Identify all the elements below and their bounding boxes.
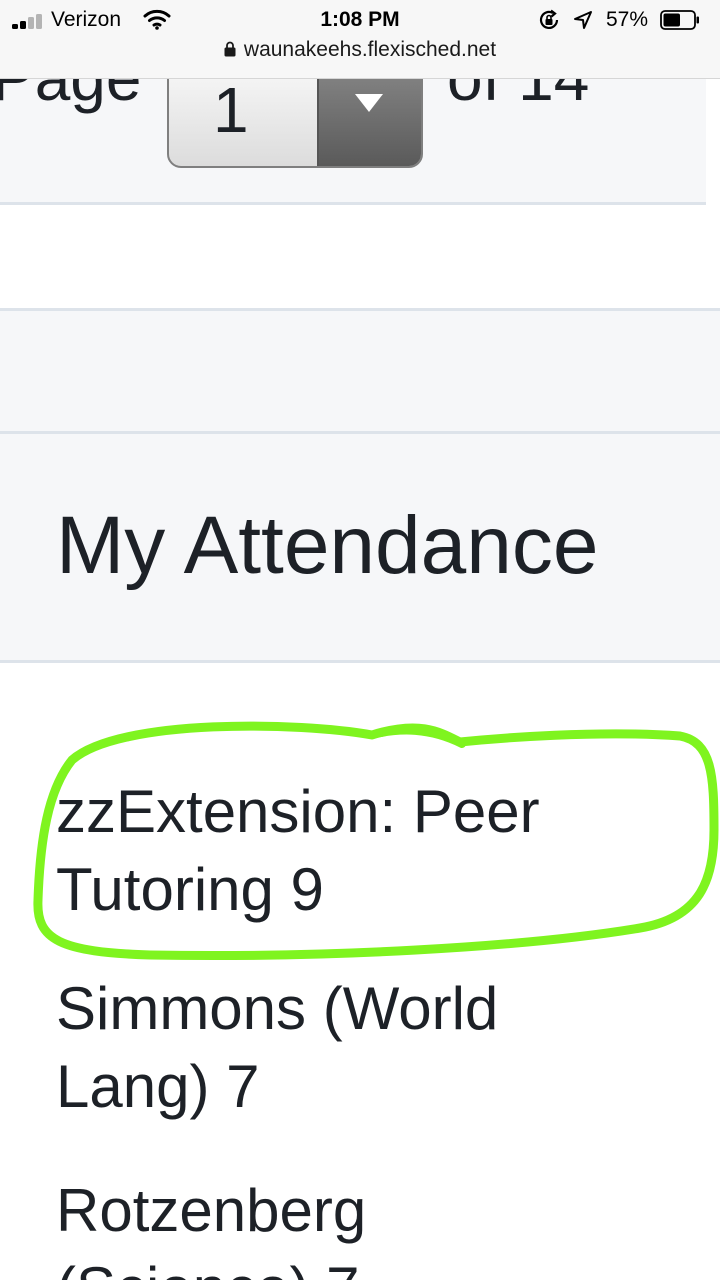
- attendance-item-line: Simmons (World: [56, 975, 499, 1042]
- attendance-item[interactable]: Rotzenberg (Science) 7: [56, 1172, 696, 1280]
- padlock-icon: [224, 41, 236, 57]
- url-text: waunakeehs.flexisched.net: [243, 38, 497, 61]
- page-select-value: 1: [213, 74, 249, 146]
- status-bar: Verizon 1:08 PM 57% waunakeehs.flexische…: [0, 0, 720, 79]
- battery-icon: [660, 10, 699, 30]
- attendance-list: zzExtension: Peer Tutoring 9 Simmons (Wo…: [0, 663, 720, 1280]
- empty-row: [0, 311, 720, 434]
- url-bar[interactable]: waunakeehs.flexisched.net: [0, 38, 720, 68]
- caret-down-icon: [355, 94, 383, 112]
- attendance-title: My Attendance: [56, 500, 599, 591]
- rotation-lock-icon: [539, 9, 559, 29]
- attendance-item-line: (Science) 7: [56, 1250, 696, 1280]
- attendance-item[interactable]: Simmons (World Lang) 7: [56, 970, 696, 1126]
- attendance-item-line: Tutoring 9: [56, 856, 324, 923]
- attendance-item-line: zzExtension: Peer: [56, 778, 540, 845]
- browser-viewport: Page 1 of 14 My Attendance zzExtension: …: [0, 0, 720, 1280]
- attendance-item-line: Rotzenberg: [56, 1177, 367, 1244]
- location-arrow-icon: [574, 11, 592, 29]
- attendance-item-line: Lang) 7: [56, 1053, 260, 1120]
- empty-row: [0, 206, 720, 311]
- battery-percent: 57%: [606, 8, 649, 31]
- attendance-item[interactable]: zzExtension: Peer Tutoring 9: [56, 773, 696, 929]
